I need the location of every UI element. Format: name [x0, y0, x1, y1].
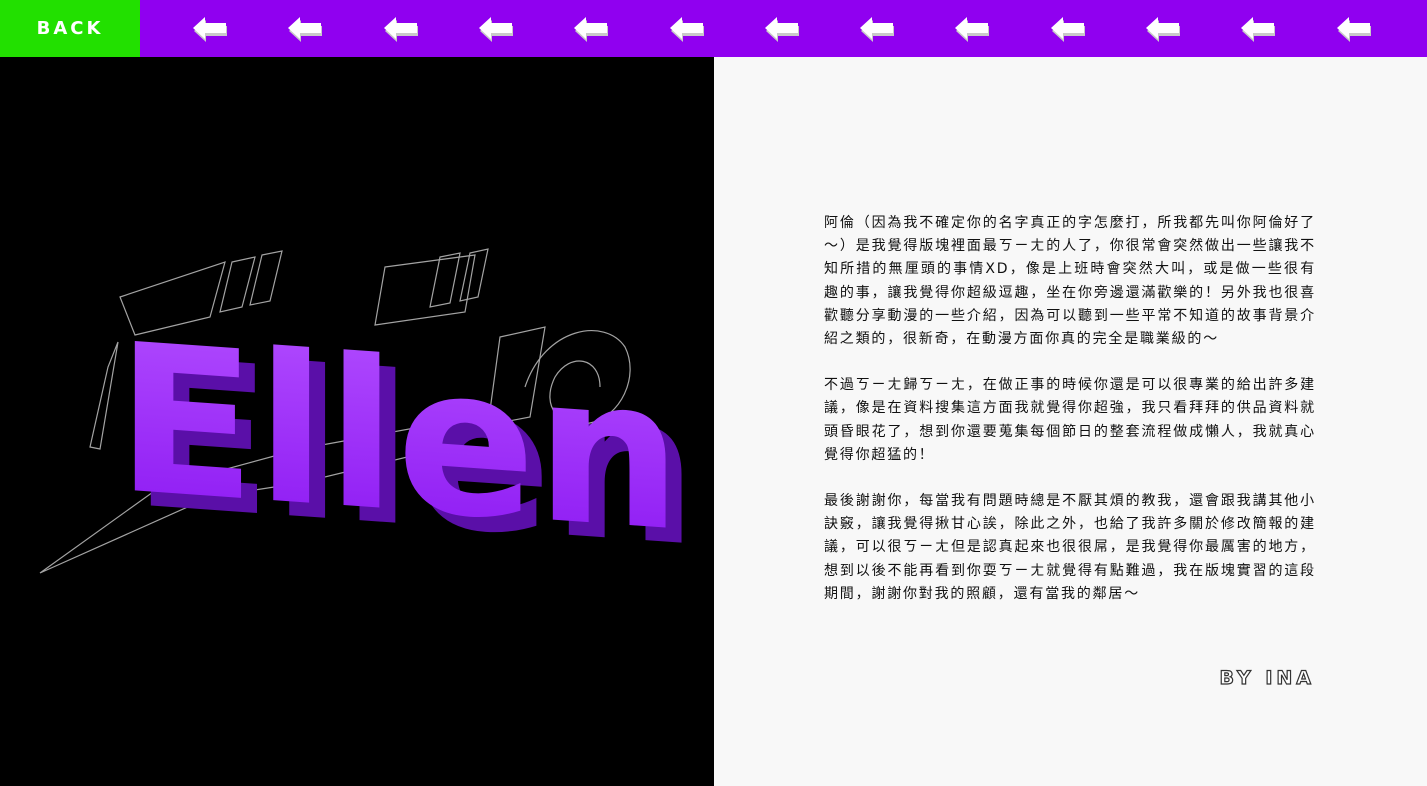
left-arrow-icon[interactable] [1238, 15, 1276, 42]
left-arrow-icon[interactable] [952, 15, 990, 42]
left-arrow-icon[interactable] [1334, 15, 1372, 42]
left-arrow-icon[interactable] [857, 15, 895, 42]
top-nav-bar: BACK [0, 0, 1427, 57]
letter-paragraph-1: 阿倫（因為我不確定你的名字真正的字怎麼打，所我都先叫你阿倫好了～）是我覺得版塊裡… [824, 215, 1316, 348]
hero-name-3d: Ellen Ellen [116, 299, 698, 592]
svg-text:Ellen: Ellen [116, 299, 682, 577]
left-arrow-icon[interactable] [667, 15, 705, 42]
left-arrow-icon[interactable] [381, 15, 419, 42]
left-arrow-icon[interactable] [762, 15, 800, 42]
letter-panel: 阿倫（因為我不確定你的名字真正的字怎麼打，所我都先叫你阿倫好了～）是我覺得版塊裡… [714, 57, 1427, 786]
left-arrow-icon[interactable] [285, 15, 323, 42]
left-arrow-icon[interactable] [1143, 15, 1181, 42]
letter-paragraph-2: 不過ㄎㄧㄤ歸ㄎㄧㄤ，在做正事的時候你還是可以很專業的給出許多建議，像是在資料搜集… [824, 377, 1316, 463]
left-arrow-icon[interactable] [571, 15, 609, 42]
letter-paragraph-3: 最後謝謝你，每當我有問題時總是不厭其煩的教我，還會跟我講其他小訣竅，讓我覺得揪甘… [824, 493, 1316, 602]
hero-art: Ellen Ellen [39, 248, 698, 593]
signature: BY INA [1219, 666, 1315, 689]
left-arrow-icon[interactable] [1048, 15, 1086, 42]
arrow-strip [140, 0, 1427, 57]
hero-panel: Ellen Ellen [0, 57, 714, 786]
letter-body: 阿倫（因為我不確定你的名字真正的字怎麼打，所我都先叫你阿倫好了～）是我覺得版塊裡… [824, 212, 1316, 629]
left-arrow-icon[interactable] [190, 15, 228, 42]
left-arrow-icon[interactable] [476, 15, 514, 42]
back-button[interactable]: BACK [0, 0, 140, 57]
